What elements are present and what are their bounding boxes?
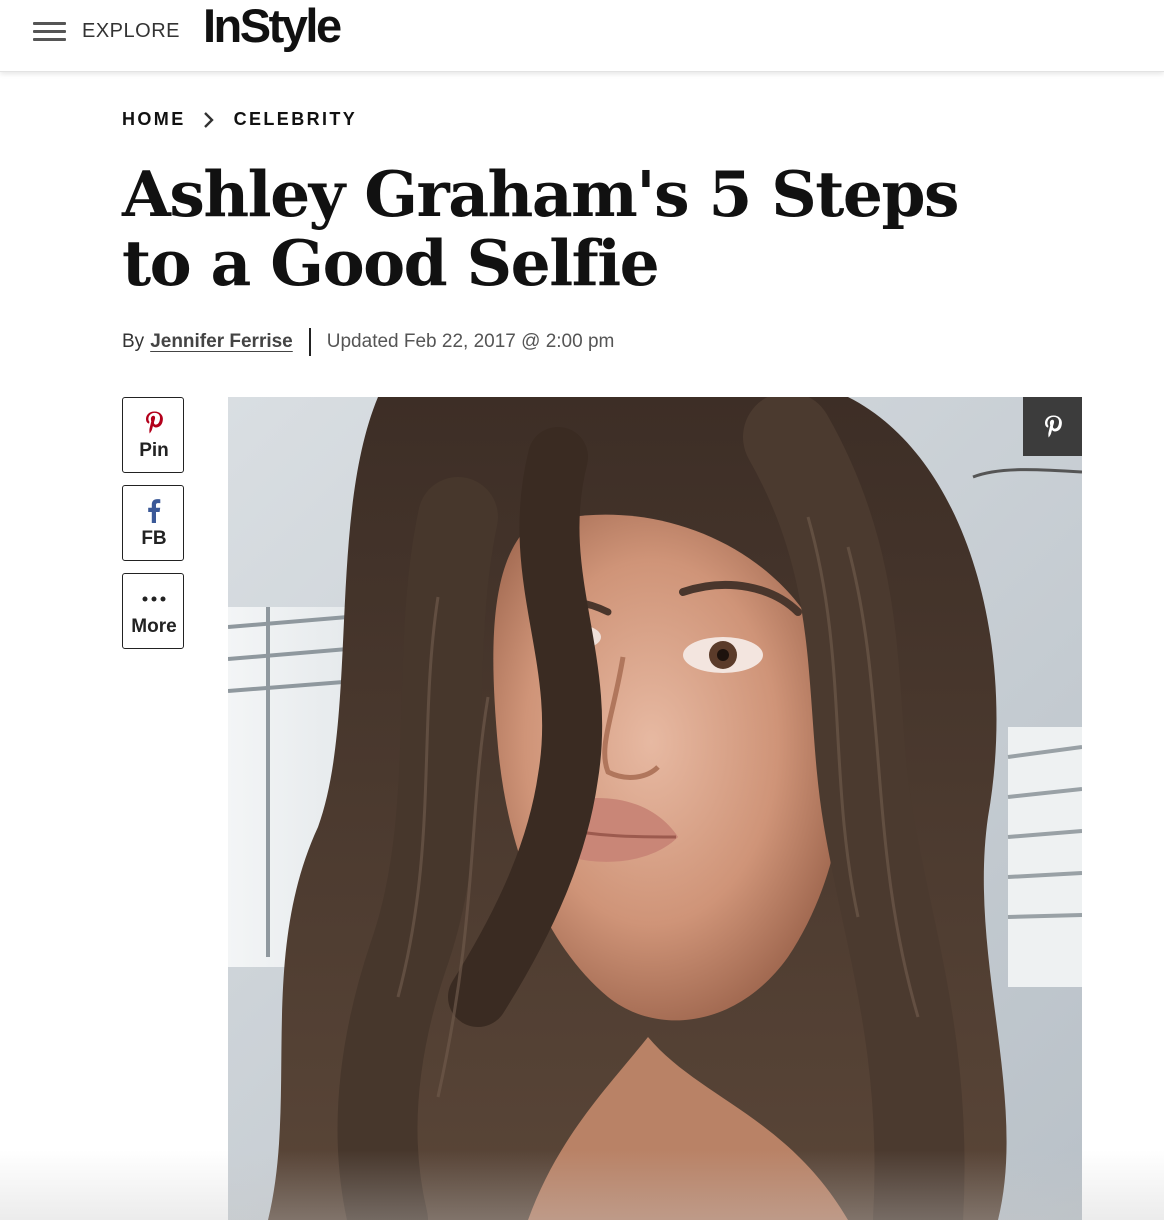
facebook-icon xyxy=(148,499,161,523)
byline-prefix: By xyxy=(122,331,145,352)
site-header: EXPLORE InStyle xyxy=(0,0,1164,72)
chevron-right-icon xyxy=(203,111,214,128)
breadcrumb: HOME CELEBRITY xyxy=(122,109,357,130)
share-pin-label: Pin xyxy=(139,440,169,461)
share-facebook-label: FB xyxy=(141,528,167,549)
site-logo[interactable]: InStyle xyxy=(203,0,342,53)
pinterest-icon xyxy=(1044,415,1062,437)
share-facebook-button[interactable]: FB xyxy=(122,485,184,561)
share-pin-button[interactable]: Pin xyxy=(122,397,184,473)
breadcrumb-home-link[interactable]: HOME xyxy=(122,109,186,130)
image-pin-button[interactable] xyxy=(1023,397,1082,456)
share-more-button[interactable]: More xyxy=(122,573,184,649)
byline-divider xyxy=(308,328,311,356)
author-link[interactable]: Jennifer Ferrise xyxy=(150,331,293,353)
share-more-label: More xyxy=(131,616,177,637)
article-hero-image xyxy=(228,397,1082,1220)
byline: By Jennifer Ferrise Updated Feb 22, 2017… xyxy=(122,328,614,356)
explore-button[interactable]: EXPLORE xyxy=(82,20,180,43)
article-title: Ashley Graham's 5 Steps to a Good Selfie xyxy=(122,157,959,300)
updated-timestamp: Updated Feb 22, 2017 @ 2:00 pm xyxy=(326,331,615,352)
selfie-photo xyxy=(228,397,1082,1220)
pinterest-icon xyxy=(146,411,163,434)
breadcrumb-celebrity-link[interactable]: CELEBRITY xyxy=(234,109,358,130)
hamburger-menu-icon[interactable] xyxy=(33,22,66,44)
ellipsis-icon xyxy=(142,596,166,602)
